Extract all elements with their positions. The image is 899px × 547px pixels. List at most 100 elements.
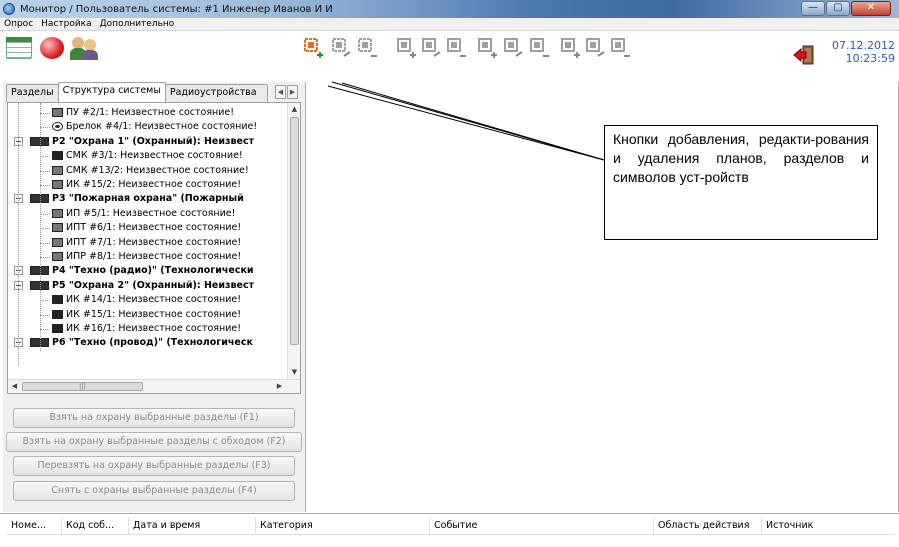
tab-scroll-right-icon[interactable]: ▶	[287, 85, 298, 99]
events-header: Номе... Код соб... Дата и время Категори…	[7, 517, 895, 535]
menu-item-extra[interactable]: Дополнительно	[100, 19, 175, 29]
tree-node-label: Р6 "Техно (провод)" (Технологическ	[52, 337, 253, 349]
device-icon	[52, 208, 63, 218]
tab-strip: Разделы Структура системы Радиоустройств…	[6, 82, 268, 102]
col-number[interactable]: Номе...	[7, 517, 62, 535]
tree-device-node[interactable]: ПУ #2/1: Неизвестное состояние!	[52, 106, 234, 119]
device-icon	[52, 237, 63, 247]
tree-device-node[interactable]: ИПР #8/1: Неизвестное состояние!	[52, 250, 241, 263]
tree-section-node[interactable]: Р2 "Охрана 1" (Охранный): Неизвест	[30, 135, 254, 148]
tab-system-structure[interactable]: Структура системы	[57, 82, 166, 102]
remove-symbol-icon[interactable]	[585, 36, 607, 62]
app-icon	[3, 3, 15, 15]
tree-device-node[interactable]: ИК #15/2: Неизвестное состояние!	[52, 178, 241, 191]
tree-section-node[interactable]: Р6 "Техно (провод)" (Технологическ	[30, 336, 253, 349]
scroll-thumb[interactable]	[290, 117, 299, 345]
add-plan-icon[interactable]	[303, 36, 325, 62]
delete-section-icon[interactable]	[446, 36, 468, 62]
edit-section-icon[interactable]	[421, 36, 443, 62]
add-device-icon[interactable]	[477, 36, 499, 62]
menu-item-poll[interactable]: Опрос	[4, 19, 33, 29]
tree-node-label: СМК #13/2: Неизвестное состояние!	[66, 164, 249, 176]
users-icon[interactable]	[70, 35, 100, 61]
tree-horizontal-scrollbar[interactable]: ◀ ||| ▶	[8, 379, 300, 393]
tree-node-label: Брелок #4/1: Неизвестное состояние!	[66, 121, 258, 133]
scroll-right-icon[interactable]: ▶	[273, 380, 286, 393]
col-scope[interactable]: Область действия	[654, 517, 762, 535]
tree-node-label: Р4 "Техно (радио)" (Технологически	[52, 265, 254, 277]
tree-node-label: Р5 "Охрана 2" (Охранный): Неизвест	[52, 279, 255, 291]
col-event-code[interactable]: Код соб...	[62, 517, 129, 535]
tree-node-label: ПУ #2/1: Неизвестное состояние!	[66, 107, 235, 118]
col-category[interactable]: Категория	[256, 517, 430, 535]
group-device-icon[interactable]	[529, 36, 551, 62]
window-title: Монитор / Пользователь системы: #1 Инжен…	[20, 3, 333, 15]
device-icon	[52, 324, 63, 333]
close-button[interactable]: ✕	[851, 1, 891, 16]
tab-radio-devices[interactable]: Радиоустройства	[164, 84, 268, 102]
notebook-icon[interactable]	[6, 37, 32, 59]
scroll-left-icon[interactable]: ◀	[8, 380, 21, 393]
add-section-icon[interactable]	[396, 36, 418, 62]
title-bar: Монитор / Пользователь системы: #1 Инжен…	[0, 0, 899, 18]
arm-bypass-button[interactable]: Взять на охрану выбранные разделы с обхо…	[6, 432, 302, 452]
events-panel: Номе... Код соб... Дата и время Категори…	[0, 513, 899, 547]
tab-sections[interactable]: Разделы	[6, 84, 59, 102]
delete-plan-icon[interactable]	[357, 36, 379, 62]
hscroll-thumb[interactable]: |||	[22, 382, 143, 391]
maximize-button[interactable]: ▢	[826, 1, 850, 16]
system-tree[interactable]: ПУ #2/1: Неизвестное состояние! Брелок #4…	[7, 102, 301, 394]
time-label: 10:23:59	[845, 52, 895, 65]
col-event[interactable]: Событие	[430, 517, 654, 535]
tree-device-node[interactable]: Брелок #4/1: Неизвестное состояние!	[52, 120, 257, 133]
scroll-up-icon[interactable]: ▲	[288, 103, 300, 116]
device-icon	[52, 108, 63, 117]
remove-device-icon[interactable]	[503, 36, 525, 62]
tree-node-label: ИПР #8/1: Неизвестное состояние!	[66, 251, 242, 262]
rearm-button[interactable]: Перевзять на охрану выбранные разделы (F…	[13, 456, 295, 476]
arm-selected-button[interactable]: Взять на охрану выбранные разделы (F1)	[13, 408, 295, 428]
add-symbol-icon[interactable]	[560, 36, 582, 62]
left-panel: Разделы Структура системы Радиоустройств…	[3, 82, 305, 512]
tree-device-node[interactable]: ИК #15/1: Неизвестное состояние!	[52, 308, 241, 321]
device-icon	[52, 295, 63, 305]
device-icon	[52, 180, 63, 189]
tree-device-node[interactable]: ИК #16/1: Неизвестное состояние!	[52, 322, 241, 335]
exit-icon[interactable]	[793, 44, 815, 66]
tree-device-node[interactable]: ИК #14/1: Неизвестное состояние!	[52, 293, 241, 306]
tree-node-label: СМК #3/1: Неизвестное состояние!	[66, 150, 243, 162]
tree-node-label: ИП #5/1: Неизвестное состояние!	[66, 207, 236, 219]
minimize-button[interactable]: —	[801, 1, 825, 16]
device-icon	[52, 151, 63, 161]
tree-section-node[interactable]: Р5 "Охрана 2" (Охранный): Неизвест	[30, 279, 254, 292]
tree-device-node[interactable]: ИП #5/1: Неизвестное состояние!	[52, 207, 235, 220]
symbol-panel-icon[interactable]	[610, 36, 632, 62]
callout-annotation: Кнопки добавления, редакти-рования и уда…	[604, 125, 878, 240]
col-source[interactable]: Источник	[762, 517, 895, 535]
device-icon	[52, 165, 63, 175]
tree-device-node[interactable]: СМК #3/1: Неизвестное состояние!	[52, 149, 243, 162]
tree-node-label: ИК #15/1: Неизвестное состояние!	[66, 308, 242, 320]
tree-node-label: ИК #15/2: Неизвестное состояние!	[66, 179, 242, 190]
tree-section-node[interactable]: Р4 "Техно (радио)" (Технологически	[30, 264, 254, 277]
device-icon	[52, 223, 63, 233]
tree-vertical-scrollbar[interactable]: ▲ ▼	[287, 103, 300, 379]
menu-item-settings[interactable]: Настройка	[41, 19, 92, 29]
tree-device-node[interactable]: СМК #13/2: Неизвестное состояние!	[52, 164, 249, 177]
col-datetime[interactable]: Дата и время	[129, 517, 256, 535]
menu-bar: Опрос Настройка Дополнительно	[0, 18, 899, 31]
tree-node-label: Р2 "Охрана 1" (Охранный): Неизвест	[52, 135, 255, 147]
tree-node-label: ИПТ #6/1: Неизвестное состояние!	[66, 222, 242, 234]
disarm-button[interactable]: Снять с охраны выбранные разделы (F4)	[13, 481, 295, 501]
ball-icon[interactable]	[40, 37, 64, 59]
tab-scroll-left-icon[interactable]: ◀	[275, 85, 286, 99]
tree-node-label: ИПТ #7/1: Неизвестное состояние!	[66, 236, 242, 248]
tree-device-node[interactable]: ИПТ #6/1: Неизвестное состояние!	[52, 221, 241, 234]
tree-section-node[interactable]: Р3 "Пожарная охрана" (Пожарный	[30, 192, 244, 205]
device-icon	[52, 309, 63, 319]
toolbar: 07.12.2012 10:23:59	[0, 31, 899, 82]
tree-device-node[interactable]: ИПТ #7/1: Неизвестное состояние!	[52, 236, 241, 249]
edit-plan-icon[interactable]	[331, 36, 353, 62]
tree-node-label: ИК #14/1: Неизвестное состояние!	[66, 294, 242, 306]
scroll-down-icon[interactable]: ▼	[288, 366, 300, 379]
